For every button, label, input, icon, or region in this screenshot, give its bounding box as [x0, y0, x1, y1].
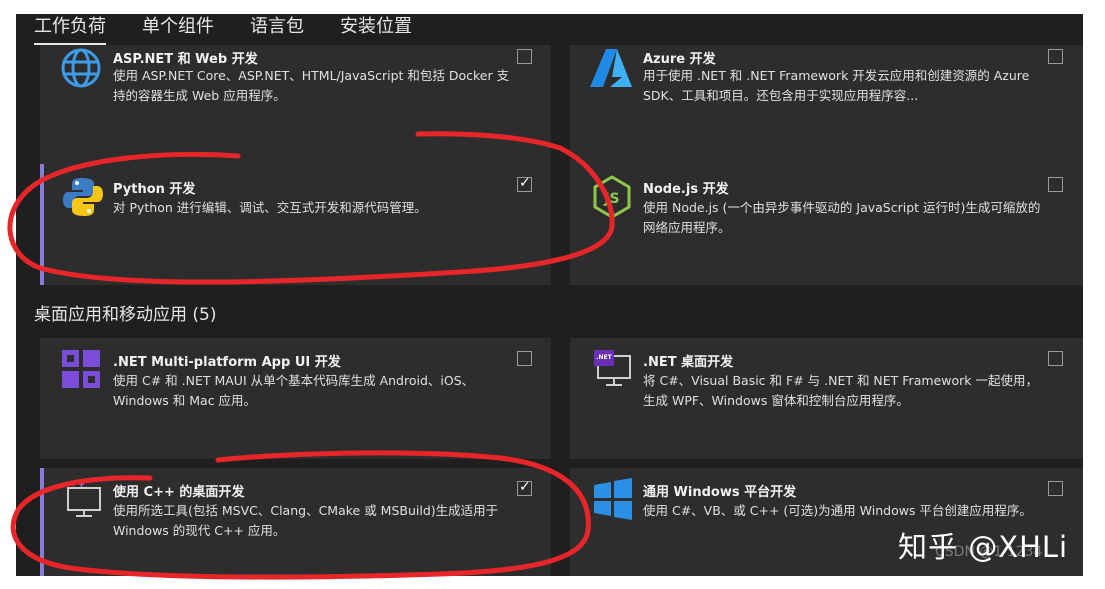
installer-window: 工作负荷 单个组件 语言包 安装位置 ASP.NET 和 Web 开发 使用 A… — [16, 14, 1083, 576]
workload-desc: 使用所选工具(包括 MSVC、Clang、CMake 或 MSBuild)生成适… — [113, 503, 499, 538]
section-title-desktop-mobile: 桌面应用和移动应用 (5) — [34, 305, 217, 325]
workload-card-azure[interactable]: Azure 开发 用于使用 .NET 和 .NET Framework 开发云应… — [570, 45, 1083, 167]
workload-checkbox[interactable] — [1048, 49, 1063, 64]
net-badge-label: .NET — [596, 354, 612, 361]
cpp-desktop-icon: ✦+ — [67, 480, 101, 517]
workload-title: 通用 Windows 平台开发 — [643, 485, 797, 500]
workload-checkbox[interactable] — [1048, 481, 1063, 496]
workload-checkbox[interactable] — [1048, 351, 1063, 366]
workload-desc: 使用 Node.js (一个由异步事件驱动的 JavaScript 运行时)生成… — [643, 200, 1041, 235]
zhihu-watermark: 知乎 @XHLi — [898, 530, 1069, 564]
workload-title: .NET Multi-platform App UI 开发 — [113, 355, 341, 370]
svg-text:JS: JS — [603, 191, 619, 207]
svg-text:✦+: ✦+ — [70, 480, 85, 490]
workload-desc: 使用 C#、VB、或 C++ (可选)为通用 Windows 平台创建应用程序。 — [643, 503, 1032, 518]
workload-card-aspnet[interactable]: ASP.NET 和 Web 开发 使用 ASP.NET Core、ASP.NET… — [40, 45, 551, 167]
globe-icon — [61, 48, 101, 88]
workload-card-cpp-desktop[interactable]: ✦+ 使用 C++ 的桌面开发 使用所选工具(包括 MSVC、Clang、CMa… — [40, 468, 551, 576]
workload-title: 使用 C++ 的桌面开发 — [113, 485, 245, 500]
azure-icon — [590, 49, 632, 87]
workload-card-python[interactable]: Python 开发 对 Python 进行编辑、调试、交互式开发和源代码管理。 — [40, 164, 551, 285]
tab-workloads[interactable]: 工作负荷 — [16, 14, 124, 45]
windows-icon — [594, 478, 632, 520]
workload-desc: 使用 C# 和 .NET MAUI 从单个基本代码库生成 Android、iOS… — [113, 373, 475, 408]
tab-language-packs[interactable]: 语言包 — [232, 14, 322, 45]
workload-card-maui[interactable]: .NET Multi-platform App UI 开发 使用 C# 和 .N… — [40, 338, 551, 459]
workload-checkbox[interactable] — [517, 479, 532, 496]
tab-individual-components[interactable]: 单个组件 — [124, 14, 232, 45]
workload-title: Node.js 开发 — [643, 182, 729, 197]
workload-desc: 对 Python 进行编辑、调试、交互式开发和源代码管理。 — [113, 200, 427, 215]
tab-install-locations[interactable]: 安装位置 — [322, 14, 430, 45]
workload-title: .NET 桌面开发 — [643, 355, 734, 370]
python-icon — [63, 178, 103, 216]
workload-card-nodejs[interactable]: JS Node.js 开发 使用 Node.js (一个由异步事件驱动的 Jav… — [570, 164, 1083, 285]
workload-desc: 用于使用 .NET 和 .NET Framework 开发云应用和创建资源的 A… — [643, 68, 1030, 103]
workload-desc: 将 C#、Visual Basic 和 F# 与 .NET 和 NET Fram… — [643, 373, 1038, 408]
workload-title: Azure 开发 — [643, 52, 716, 67]
workload-checkbox[interactable] — [1048, 177, 1063, 192]
workload-desc: 使用 ASP.NET Core、ASP.NET、HTML/JavaScript … — [113, 68, 510, 103]
workload-checkbox[interactable] — [517, 351, 532, 366]
workload-checkbox[interactable] — [517, 175, 532, 192]
maui-icon — [62, 350, 100, 388]
workload-card-net-desktop[interactable]: .NET .NET 桌面开发 将 C#、Visual Basic 和 F# 与 … — [570, 338, 1083, 459]
workload-title: ASP.NET 和 Web 开发 — [113, 52, 258, 67]
workload-checkbox[interactable] — [517, 49, 532, 64]
tab-bar: 工作负荷 单个组件 语言包 安装位置 — [16, 14, 1083, 45]
workload-title: Python 开发 — [113, 182, 196, 197]
nodejs-icon: JS — [593, 175, 631, 219]
